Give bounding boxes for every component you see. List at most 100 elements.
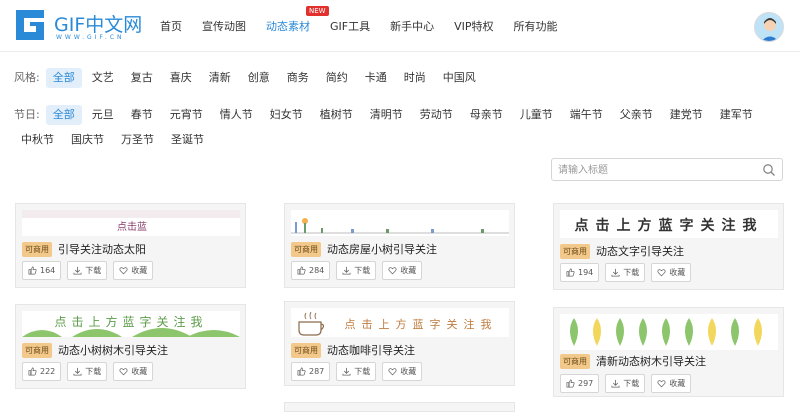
festival-chip[interactable]: 植树节: [313, 105, 360, 125]
card-title[interactable]: 清新动态树木引导关注: [596, 353, 706, 369]
nav-label: VIP特权: [454, 20, 494, 33]
nav-all-features[interactable]: 所有功能: [514, 18, 558, 34]
card-thumbnail[interactable]: 点击上方蓝字关注我: [22, 311, 240, 337]
search-icon[interactable]: [762, 163, 776, 177]
festival-chip[interactable]: 建军节: [713, 105, 760, 125]
style-chip[interactable]: 商务: [280, 68, 316, 88]
brand-url: WWW.GIF.CN: [56, 34, 125, 41]
nav-beginner-center[interactable]: 新手中心: [390, 18, 434, 34]
nav-promo-gifs[interactable]: 宣传动图: [202, 18, 246, 34]
festival-filter: 节日: 全部 元旦 春节 元宵节 情人节 妇女节 植树节 清明节 劳动节 母亲节…: [14, 105, 789, 150]
search-box: [551, 158, 783, 181]
card-thumbnail[interactable]: [560, 314, 778, 350]
festival-chip-all[interactable]: 全部: [45, 105, 82, 125]
style-chip[interactable]: 文艺: [85, 68, 121, 88]
festival-chip[interactable]: 清明节: [363, 105, 410, 125]
festival-chip[interactable]: 中秋节: [14, 130, 61, 150]
favorite-button[interactable]: 收藏: [113, 362, 154, 381]
download-button[interactable]: 下载: [336, 362, 377, 381]
card-thumbnail[interactable]: 点击蓝: [22, 210, 240, 236]
nav-dynamic-materials[interactable]: 动态素材 NEW: [266, 6, 329, 34]
nav-label: GIF工具: [330, 20, 371, 33]
like-button[interactable]: 194: [560, 263, 600, 282]
card-info: 可商用 引导关注动态太阳: [22, 241, 146, 257]
download-icon: [611, 379, 620, 388]
download-button[interactable]: 下载: [336, 261, 377, 280]
style-chip[interactable]: 清新: [202, 68, 238, 88]
style-chip[interactable]: 喜庆: [163, 68, 199, 88]
card-thumbnail[interactable]: 点击上方蓝字关注我: [291, 308, 509, 337]
festival-chip[interactable]: 万圣节: [114, 130, 161, 150]
favorite-button[interactable]: 收藏: [651, 374, 692, 393]
festival-chip[interactable]: 妇女节: [263, 105, 310, 125]
download-button[interactable]: 下载: [605, 263, 646, 282]
card-title[interactable]: 动态小树树木引导关注: [58, 342, 168, 358]
style-chip[interactable]: 简约: [319, 68, 355, 88]
text-guide-preview-icon: 点击上方蓝字关注我: [560, 210, 778, 238]
card-title[interactable]: 动态咖啡引导关注: [327, 342, 415, 358]
site-logo[interactable]: GIF中文网 WWW.GIF.CN: [14, 8, 144, 44]
favorite-button[interactable]: 收藏: [382, 362, 423, 381]
commercial-tag: 可商用: [560, 353, 590, 369]
style-chip[interactable]: 卡通: [358, 68, 394, 88]
like-button[interactable]: 164: [22, 261, 62, 280]
download-icon: [73, 266, 82, 275]
style-chip[interactable]: 创意: [241, 68, 277, 88]
festival-chip[interactable]: 建党节: [663, 105, 710, 125]
house-tree-preview-icon: [291, 210, 509, 236]
heart-icon: [388, 267, 397, 275]
thumbs-up-icon: [28, 367, 37, 376]
material-card[interactable]: 可商用 动态房屋小树引导关注 284 下载 收藏: [284, 203, 515, 288]
like-button[interactable]: 284: [291, 261, 331, 280]
festival-chip[interactable]: 儿童节: [513, 105, 560, 125]
material-card[interactable]: 可商用 清新动态树木引导关注 297 下载 收藏: [553, 307, 784, 397]
material-card[interactable]: 点击蓝 可商用 引导关注动态太阳 164 下载 收藏: [15, 203, 246, 288]
nav-gif-tools[interactable]: GIF工具: [330, 18, 370, 34]
festival-chip[interactable]: 情人节: [213, 105, 260, 125]
favorite-button[interactable]: 收藏: [651, 263, 692, 282]
card-actions: 164 下载 收藏: [22, 261, 159, 280]
user-avatar-icon: [755, 13, 783, 41]
search-input[interactable]: [558, 162, 753, 178]
download-button[interactable]: 下载: [605, 374, 646, 393]
card-thumbnail[interactable]: [291, 210, 509, 236]
user-avatar[interactable]: [754, 12, 784, 42]
favorite-button[interactable]: 收藏: [382, 261, 423, 280]
festival-chip[interactable]: 端午节: [563, 105, 610, 125]
favorite-button[interactable]: 收藏: [113, 261, 154, 280]
thumbs-up-icon: [28, 266, 37, 275]
style-chip[interactable]: 时尚: [397, 68, 433, 88]
like-button[interactable]: 287: [291, 362, 331, 381]
card-thumbnail[interactable]: 点击上方蓝字关注我: [560, 210, 778, 238]
festival-chip[interactable]: 元宵节: [163, 105, 210, 125]
festival-chip[interactable]: 春节: [124, 105, 160, 125]
card-title[interactable]: 引导关注动态太阳: [58, 241, 146, 257]
style-chip[interactable]: 复古: [124, 68, 160, 88]
style-chip-all[interactable]: 全部: [45, 68, 82, 88]
download-button[interactable]: 下载: [67, 261, 108, 280]
heart-icon: [388, 368, 397, 376]
nav-vip[interactable]: VIP特权: [454, 18, 493, 34]
material-card[interactable]: 点击上方蓝字关注我 可商用 动态咖啡引导关注 287 下载 收藏: [284, 301, 515, 386]
like-button[interactable]: 297: [560, 374, 600, 393]
card-title[interactable]: 动态文字引导关注: [596, 243, 684, 259]
card-title[interactable]: 动态房屋小树引导关注: [327, 241, 437, 257]
like-button[interactable]: 222: [22, 362, 62, 381]
download-label: 下载: [354, 367, 371, 376]
card-info: 可商用 动态小树树木引导关注: [22, 342, 168, 358]
festival-chip[interactable]: 国庆节: [64, 130, 111, 150]
festival-chip[interactable]: 圣诞节: [164, 130, 211, 150]
festival-chip[interactable]: 元旦: [85, 105, 121, 125]
festival-chip[interactable]: 母亲节: [463, 105, 510, 125]
material-card[interactable]: 点击上方蓝字关注我 可商用 动态文字引导关注 194 下载 收藏: [553, 203, 784, 290]
download-label: 下载: [354, 266, 371, 275]
download-button[interactable]: 下载: [67, 362, 108, 381]
style-chip[interactable]: 中国风: [436, 68, 483, 88]
festival-chip[interactable]: 父亲节: [613, 105, 660, 125]
style-filter-label: 风格:: [14, 71, 40, 84]
nav-home[interactable]: 首页: [160, 18, 182, 34]
brand-name: GIF中文网: [54, 14, 143, 36]
material-card[interactable]: 点击上方蓝字关注我 可商用 动态小树树木引导关注 222 下载 收藏: [15, 304, 246, 389]
nav-label: 新手中心: [390, 20, 435, 33]
festival-chip[interactable]: 劳动节: [413, 105, 460, 125]
